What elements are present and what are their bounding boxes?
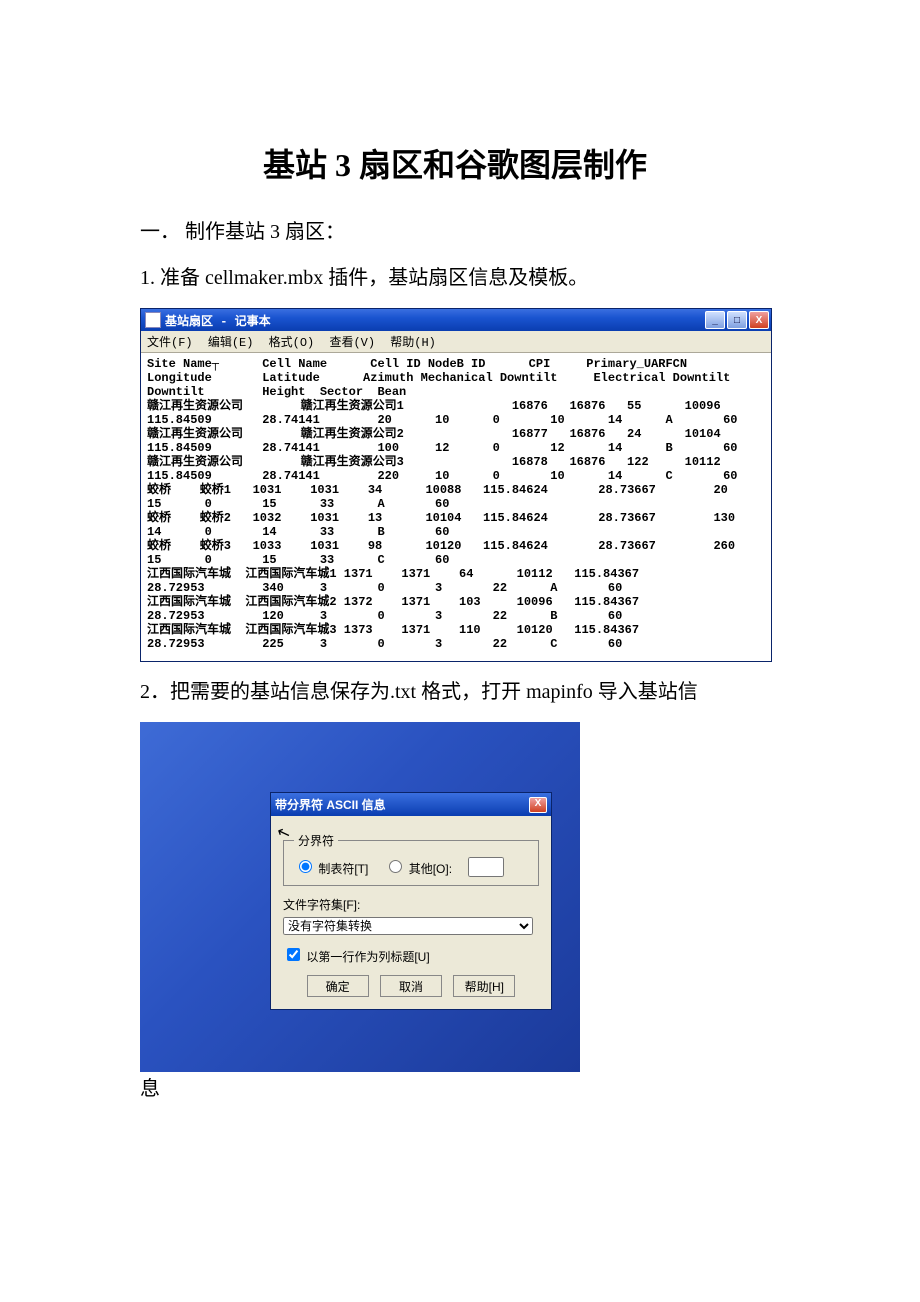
- radio-other-input[interactable]: [389, 860, 402, 873]
- menu-help[interactable]: 帮助(H): [390, 336, 436, 350]
- firstrow-checkbox[interactable]: [287, 948, 300, 961]
- ascii-dialog: ↖ 带分界符 ASCII 信息 X 分界符 制表符[T] 其他[O]:: [270, 792, 552, 1010]
- charset-select[interactable]: 没有字符集转换: [283, 917, 533, 935]
- delimiter-legend: 分界符: [294, 832, 338, 849]
- menu-format[interactable]: 格式(O): [269, 336, 315, 350]
- menu-view[interactable]: 查看(V): [329, 336, 375, 350]
- menu-edit[interactable]: 编辑(E): [208, 336, 254, 350]
- minimize-button[interactable]: _: [705, 311, 725, 329]
- page-title: 基站 3 扇区和谷歌图层制作: [140, 140, 770, 186]
- section-heading-1: 一． 制作基站 3 扇区：: [140, 216, 770, 248]
- radio-tab[interactable]: 制表符[T]: [294, 857, 368, 877]
- menu-bar: 文件(F) 编辑(E) 格式(O) 查看(V) 帮助(H): [141, 331, 771, 353]
- dialog-close-button[interactable]: X: [529, 797, 547, 813]
- radio-other[interactable]: 其他[O]:: [384, 857, 452, 877]
- step-2-text-a: 2．把需要的基站信息保存为.txt 格式，打开 mapinfo 导入基站信: [140, 676, 770, 708]
- window-titlebar[interactable]: 基站扇区 - 记事本 _ □ X: [141, 309, 771, 331]
- other-delim-input[interactable]: [468, 857, 504, 877]
- charset-label: 文件字符集[F]:: [283, 896, 539, 913]
- ok-button[interactable]: 确定: [307, 975, 369, 997]
- radio-tab-input[interactable]: [299, 860, 312, 873]
- radio-tab-label: 制表符[T]: [318, 862, 368, 876]
- dialog-title-text: 带分界符 ASCII 信息: [275, 796, 386, 813]
- dialog-titlebar[interactable]: 带分界符 ASCII 信息 X: [271, 793, 551, 816]
- menu-file[interactable]: 文件(F): [147, 336, 193, 350]
- cancel-button[interactable]: 取消: [380, 975, 442, 997]
- notepad-text-area[interactable]: Site Name┬ Cell Name Cell ID NodeB ID CP…: [141, 353, 771, 661]
- notepad-window: 基站扇区 - 记事本 _ □ X 文件(F) 编辑(E) 格式(O) 查看(V)…: [140, 308, 772, 662]
- step-2-text-b: 息: [140, 1078, 160, 1100]
- step-1-text: 1. 准备 cellmaker.mbx 插件，基站扇区信息及模板。: [140, 262, 770, 294]
- mapinfo-screenshot: ↖ 带分界符 ASCII 信息 X 分界符 制表符[T] 其他[O]:: [140, 722, 580, 1072]
- close-button[interactable]: X: [749, 311, 769, 329]
- help-button[interactable]: 帮助[H]: [453, 975, 515, 997]
- firstrow-text: 以第一行作为列标题[U]: [306, 950, 429, 964]
- maximize-button[interactable]: □: [727, 311, 747, 329]
- notepad-icon: [145, 312, 161, 328]
- radio-other-label: 其他[O]:: [409, 862, 452, 876]
- window-title-text: 基站扇区 - 记事本: [165, 312, 271, 329]
- firstrow-checkbox-label[interactable]: 以第一行作为列标题[U]: [283, 950, 430, 964]
- delimiter-group: 分界符 制表符[T] 其他[O]:: [283, 832, 539, 886]
